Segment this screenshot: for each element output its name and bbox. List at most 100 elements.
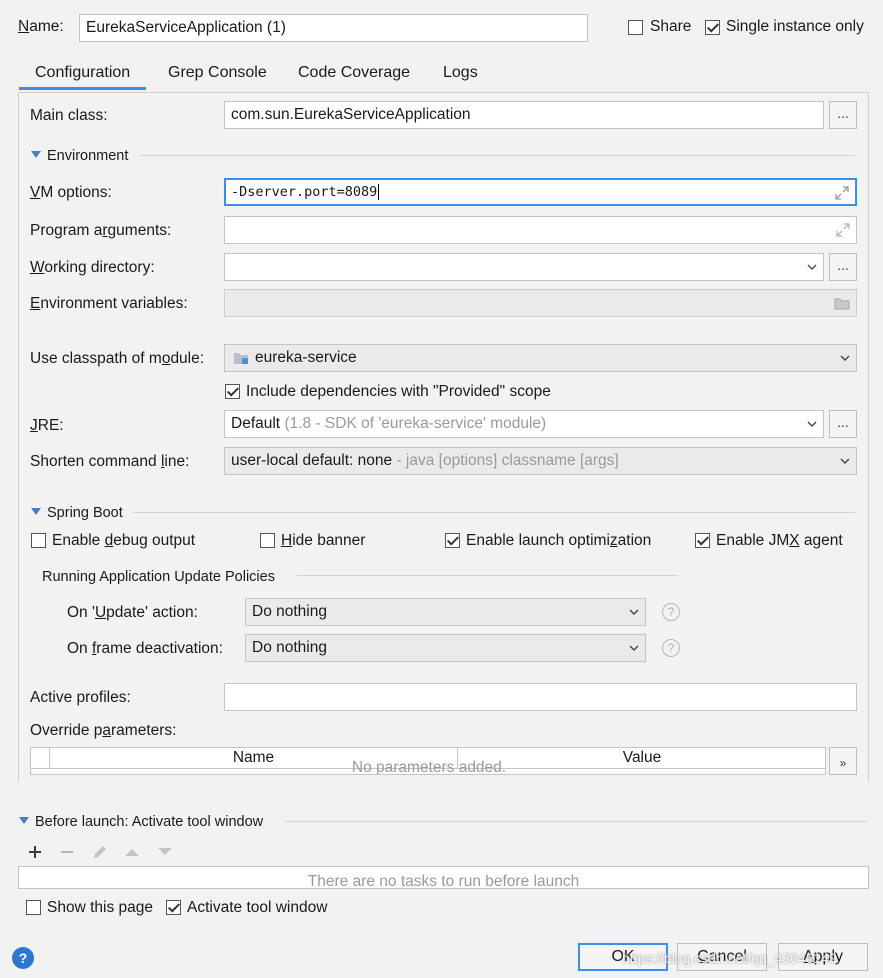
table-empty-text: No parameters added.	[351, 759, 507, 775]
before-launch-task-list[interactable]: There are no tasks to run before launch	[18, 866, 869, 889]
update-policies-section: Running Application Update Policies	[42, 569, 275, 585]
debug-output-checkbox[interactable]	[31, 533, 46, 548]
hide-banner-label: Hide banner	[281, 532, 366, 549]
tab-code-coverage[interactable]: Code Coverage	[298, 60, 410, 90]
jre-value: Default	[231, 415, 281, 432]
environment-section[interactable]: Environment	[31, 147, 128, 165]
classpath-value: eureka-service	[255, 349, 357, 366]
show-page-checkbox[interactable]	[26, 900, 41, 915]
single-instance-checkbox[interactable]	[705, 20, 720, 35]
before-launch-section-label: Before launch: Activate tool window	[35, 814, 264, 830]
help-icon[interactable]: ?	[662, 603, 680, 621]
share-checkbox[interactable]	[628, 20, 643, 35]
chevron-down-icon[interactable]	[629, 607, 639, 617]
include-dependencies-label: Include dependencies with "Provided" sco…	[246, 383, 551, 400]
environment-variables-label: Environment variables:	[30, 295, 188, 312]
main-class-browse-button[interactable]: ...	[829, 101, 857, 129]
move-down-icon[interactable]	[157, 847, 173, 857]
active-profiles-input[interactable]	[224, 683, 857, 711]
edit-icon[interactable]	[91, 843, 109, 861]
expand-icon[interactable]	[836, 223, 850, 237]
chevron-down-icon[interactable]	[840, 353, 850, 363]
program-arguments-label: Program arguments:	[30, 222, 172, 239]
tab-grep-console[interactable]: Grep Console	[168, 60, 267, 90]
before-launch-divider	[285, 821, 867, 822]
tab-logs-label: Logs	[443, 64, 478, 81]
chevron-down-icon[interactable]	[807, 262, 817, 272]
activate-tool-window-label: Activate tool window	[187, 899, 328, 916]
environment-divider	[140, 155, 855, 156]
spring-boot-divider	[133, 512, 855, 513]
share-label: Share	[650, 18, 692, 35]
chevron-down-icon[interactable]	[807, 419, 817, 429]
hide-banner-checkbox[interactable]	[260, 533, 275, 548]
jmx-agent-checkbox[interactable]	[695, 533, 710, 548]
classpath-select[interactable]: eureka-service	[224, 344, 857, 372]
environment-section-label: Environment	[47, 148, 129, 164]
tab-code-coverage-label: Code Coverage	[298, 64, 411, 81]
name-input[interactable]: EurekaServiceApplication (1)	[79, 14, 588, 42]
working-directory-browse-button[interactable]: ...	[829, 253, 857, 281]
classpath-label: Use classpath of module:	[30, 350, 205, 367]
launch-optimization-label: Enable launch optimization	[466, 532, 652, 549]
expand-icon[interactable]	[835, 186, 849, 200]
main-class-value: com.sun.EurekaServiceApplication	[231, 106, 471, 123]
main-class-label: Main class:	[30, 107, 108, 124]
add-icon[interactable]	[28, 845, 42, 859]
shorten-command-line-select[interactable]: user-local default: none - java [options…	[224, 447, 857, 475]
launch-optimization-checkbox[interactable]	[445, 533, 460, 548]
spring-boot-section-label: Spring Boot	[47, 505, 123, 521]
collapse-triangle-icon	[31, 151, 41, 158]
environment-variables-input[interactable]	[224, 289, 857, 317]
chevron-down-icon[interactable]	[629, 643, 639, 653]
jre-label: JRE:	[30, 417, 64, 434]
include-dependencies-checkbox[interactable]	[225, 384, 240, 399]
expand-parameters-button[interactable]: »	[829, 747, 857, 775]
working-directory-input[interactable]	[224, 253, 824, 281]
name-label: Name:	[18, 18, 64, 35]
vm-options-label: VM options:	[30, 184, 112, 201]
shorten-command-line-detail: - java [options] classname [args]	[396, 452, 619, 469]
collapse-triangle-icon	[19, 817, 29, 824]
shorten-command-line-label: Shorten command line:	[30, 453, 190, 470]
move-up-icon[interactable]	[124, 847, 140, 857]
before-launch-section[interactable]: Before launch: Activate tool window	[19, 813, 263, 831]
on-update-select[interactable]: Do nothing	[245, 598, 646, 626]
collapse-triangle-icon	[31, 508, 41, 515]
on-update-value: Do nothing	[252, 603, 327, 620]
vm-options-value: -Dserver.port=8089	[231, 184, 378, 200]
tab-logs[interactable]: Logs	[443, 60, 478, 90]
before-launch-empty-text: There are no tasks to run before launch	[307, 873, 580, 889]
jre-detail: (1.8 - SDK of 'eureka-service' module)	[284, 415, 547, 432]
override-parameters-label: Override parameters:	[30, 722, 177, 739]
on-update-label: On 'Update' action:	[67, 604, 198, 621]
single-instance-label: Single instance only	[726, 18, 864, 35]
watermark: https://blog.csdn.net/qq_43046149	[622, 950, 837, 966]
tab-grep-console-label: Grep Console	[168, 64, 267, 81]
activate-tool-window-checkbox[interactable]	[166, 900, 181, 915]
show-page-label: Show this page	[47, 899, 153, 916]
chevron-down-icon[interactable]	[840, 456, 850, 466]
remove-icon[interactable]	[60, 845, 74, 859]
spring-boot-section[interactable]: Spring Boot	[31, 504, 123, 522]
help-button[interactable]: ?	[12, 947, 34, 969]
debug-output-label: Enable debug output	[52, 532, 196, 549]
jre-browse-button[interactable]: ...	[829, 410, 857, 438]
help-icon[interactable]: ?	[662, 639, 680, 657]
folder-icon[interactable]	[834, 296, 850, 310]
override-parameters-table[interactable]: Name Value No parameters added.	[30, 747, 826, 775]
module-folder-icon	[234, 353, 248, 364]
shorten-command-line-value: user-local default: none	[231, 452, 393, 469]
name-input-value: EurekaServiceApplication (1)	[86, 19, 286, 36]
tab-configuration-label: Configuration	[35, 64, 131, 81]
on-frame-deactivation-label: On frame deactivation:	[67, 640, 223, 657]
on-frame-deactivation-select[interactable]: Do nothing	[245, 634, 646, 662]
jmx-agent-label: Enable JMX agent	[716, 532, 843, 549]
vm-options-input[interactable]: -Dserver.port=8089	[224, 178, 857, 206]
active-profiles-label: Active profiles:	[30, 689, 131, 706]
program-arguments-input[interactable]	[224, 216, 857, 244]
jre-input[interactable]: Default (1.8 - SDK of 'eureka-service' m…	[224, 410, 824, 438]
update-policies-divider	[297, 575, 678, 576]
tab-configuration[interactable]: Configuration	[19, 60, 147, 90]
main-class-input[interactable]: com.sun.EurekaServiceApplication	[224, 101, 824, 129]
